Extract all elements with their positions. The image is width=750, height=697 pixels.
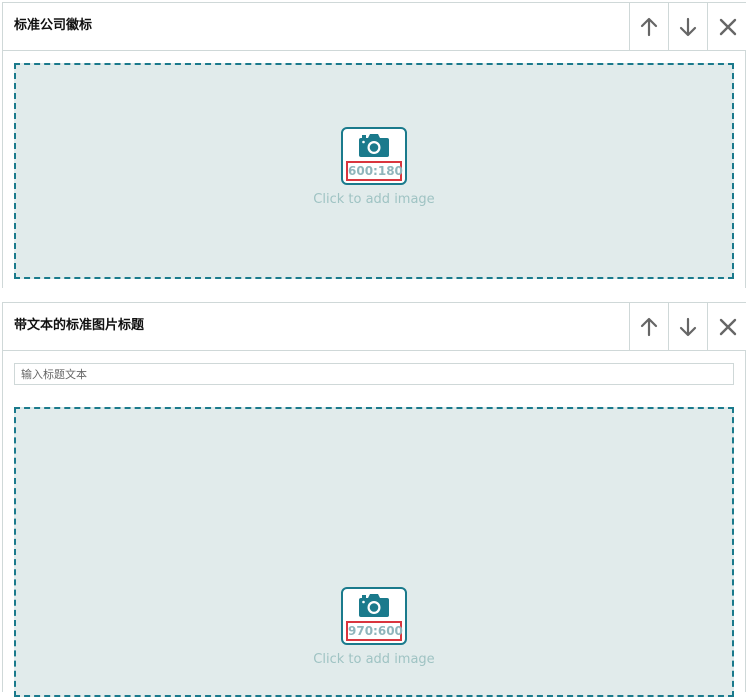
image-dropzone[interactable]: 600:180 Click to add image [14, 63, 734, 279]
remove-module-button[interactable] [707, 303, 747, 350]
camera-icon [359, 594, 389, 617]
close-icon [719, 318, 736, 335]
arrow-up-icon [640, 17, 658, 36]
module-body: 970:600 Click to add image [3, 351, 745, 697]
module-company-logo: 标准公司徽标 600:180 Click to add image [2, 2, 747, 288]
aspect-ratio-label: 970:600 [346, 621, 403, 641]
move-up-button[interactable] [629, 3, 668, 50]
module-image-header-with-text: 带文本的标准图片标题 输入标题文本 970:600 Click to add i… [2, 302, 747, 697]
module-title: 带文本的标准图片标题 [14, 318, 145, 333]
arrow-down-icon [679, 17, 697, 36]
close-icon [719, 18, 736, 35]
add-image-hint[interactable]: Click to add image [274, 652, 474, 667]
remove-module-button[interactable] [707, 3, 747, 50]
module-header: 标准公司徽标 [3, 3, 747, 51]
add-image-widget[interactable]: 970:600 Click to add image [274, 587, 474, 667]
headline-input[interactable] [14, 363, 734, 385]
move-down-button[interactable] [668, 3, 707, 50]
arrow-up-icon [640, 317, 658, 336]
image-dropzone[interactable]: 970:600 Click to add image [14, 407, 734, 697]
add-image-widget[interactable]: 600:180 Click to add image [274, 127, 474, 207]
add-image-hint[interactable]: Click to add image [274, 192, 474, 207]
module-header: 带文本的标准图片标题 [3, 303, 747, 351]
arrow-down-icon [679, 317, 697, 336]
image-placeholder[interactable]: 970:600 [341, 587, 407, 645]
aspect-ratio-label: 600:180 [346, 161, 403, 181]
camera-icon [359, 134, 389, 157]
move-up-button[interactable] [629, 303, 668, 350]
move-down-button[interactable] [668, 303, 707, 350]
image-placeholder[interactable]: 600:180 [341, 127, 407, 185]
module-body: 600:180 Click to add image [3, 51, 745, 288]
module-title: 标准公司徽标 [14, 18, 93, 33]
